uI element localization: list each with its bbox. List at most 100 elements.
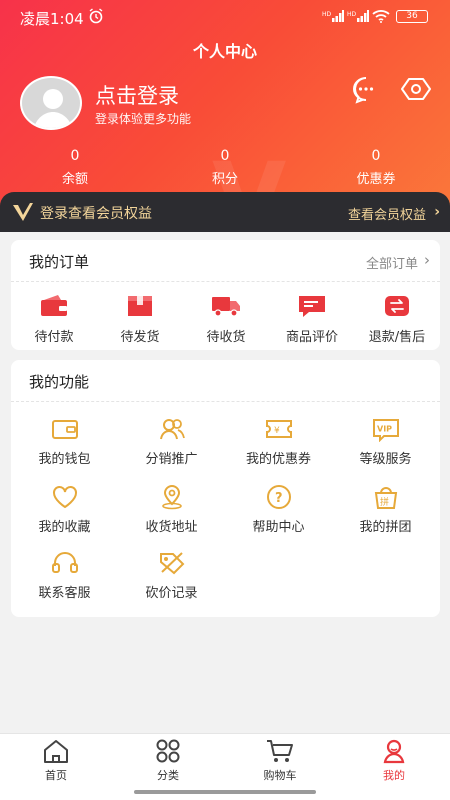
func-bargain-records[interactable]: 砍价记录 <box>118 550 225 601</box>
stat-points-label: 积分 <box>211 172 238 187</box>
message-icon[interactable] <box>351 75 381 105</box>
order-pending-shipment-label: 待发货 <box>120 330 160 345</box>
all-orders-link[interactable]: 全部订单 <box>366 253 418 272</box>
functions-title: 我的功能 <box>29 373 90 391</box>
help-icon: ? <box>266 485 291 509</box>
stat-coupons[interactable]: 0 优惠券 <box>326 148 426 187</box>
func-favorites[interactable]: 我的收藏 <box>11 484 118 535</box>
tab-cart-label: 购物车 <box>263 769 297 782</box>
tab-home-label: 首页 <box>45 769 67 782</box>
vip-v-logo-icon <box>13 203 33 221</box>
order-refund-label: 退款/售后 <box>368 330 426 345</box>
box-icon <box>128 296 152 316</box>
stat-balance[interactable]: 0 余额 <box>25 148 125 187</box>
login-subtitle: 登录体验更多功能 <box>95 112 192 126</box>
svg-text:HD: HD <box>347 11 357 18</box>
func-wallet[interactable]: 我的钱包 <box>11 416 118 467</box>
wallet-icon <box>41 295 67 316</box>
func-address[interactable]: 收货地址 <box>118 484 225 535</box>
func-customer-service[interactable]: 联系客服 <box>11 550 118 601</box>
func-address-label: 收货地址 <box>145 520 198 535</box>
member-view-link[interactable]: 查看会员权益 <box>348 204 426 223</box>
stat-points[interactable]: 0 积分 <box>175 148 275 187</box>
func-level-service-label: 等级服务 <box>359 452 412 467</box>
func-help-center[interactable]: ? 帮助中心 <box>225 484 332 535</box>
func-group-buy-label: 我的拼团 <box>359 520 412 535</box>
profile-icon <box>383 739 405 764</box>
settings-icon[interactable] <box>401 74 431 104</box>
page-title: 个人中心 <box>192 42 257 61</box>
svg-text:拼: 拼 <box>380 496 389 508</box>
tab-profile[interactable]: 我的 <box>338 738 450 783</box>
home-icon <box>44 740 68 763</box>
stat-coupons-label: 优惠券 <box>356 172 396 187</box>
alarm-icon <box>89 8 103 24</box>
func-coupons-label: 我的优惠券 <box>245 452 311 467</box>
func-distribution[interactable]: 分销推广 <box>118 416 225 467</box>
func-favorites-label: 我的收藏 <box>38 520 91 535</box>
wifi-icon <box>372 10 390 23</box>
signal-icon: HD <box>322 10 344 22</box>
order-refund[interactable]: 退款/售后 <box>354 294 440 345</box>
tab-profile-label: 我的 <box>383 769 405 782</box>
battery-icon: 36 <box>396 10 428 23</box>
func-coupons[interactable]: ¥ 我的优惠券 <box>225 416 332 467</box>
func-help-center-label: 帮助中心 <box>252 520 305 535</box>
svg-text:HD: HD <box>322 11 332 18</box>
users-icon <box>159 419 185 440</box>
tab-category[interactable]: 分类 <box>112 738 224 783</box>
member-login-text: 登录查看会员权益 <box>40 206 152 222</box>
func-bargain-records-label: 砍价记录 <box>145 586 198 601</box>
stat-balance-value: 0 <box>70 148 80 164</box>
functions-header: 我的功能 <box>11 360 440 402</box>
order-pending-receipt-label: 待收货 <box>206 330 246 345</box>
svg-text:?: ? <box>275 491 283 506</box>
home-indicator[interactable] <box>134 790 316 794</box>
account-stats: 0 余额 0 积分 0 优惠券 <box>0 148 450 188</box>
svg-text:¥: ¥ <box>274 426 280 436</box>
avatar[interactable] <box>20 76 82 130</box>
login-title[interactable]: 点击登录 <box>95 80 179 110</box>
user-icon <box>22 78 80 128</box>
func-distribution-label: 分销推广 <box>145 452 198 467</box>
order-pending-shipment[interactable]: 待发货 <box>97 294 183 345</box>
func-wallet-label: 我的钱包 <box>38 452 91 467</box>
orders-card: 我的订单 全部订单 › 待付款 待发货 待收货 商品评价 退款/售后 <box>11 240 440 350</box>
func-level-service[interactable]: VIP 等级服务 <box>332 416 439 467</box>
order-review[interactable]: 商品评价 <box>269 294 355 345</box>
cart-icon <box>267 740 293 762</box>
tab-cart[interactable]: 购物车 <box>224 738 336 783</box>
tab-category-label: 分类 <box>157 769 179 782</box>
truck-icon <box>212 297 240 317</box>
headset-icon <box>51 552 78 573</box>
order-pending-receipt[interactable]: 待收货 <box>183 294 269 345</box>
bargain-icon <box>159 552 184 575</box>
vip-icon: VIP <box>372 419 399 442</box>
group-buy-icon: 拼 <box>374 487 397 509</box>
stat-points-value: 0 <box>220 148 230 164</box>
stat-balance-label: 余额 <box>61 172 88 187</box>
signal-icon-2: HD <box>347 10 369 22</box>
orders-header: 我的订单 全部订单 › <box>11 240 440 282</box>
func-customer-service-label: 联系客服 <box>38 586 91 601</box>
functions-card: 我的功能 我的钱包 分销推广 ¥ 我的优惠券 VIP 等级服务 我的收藏 收货地… <box>11 360 440 617</box>
location-icon <box>161 485 182 510</box>
status-bar: 凌晨1:04 HD HD 36 <box>0 0 450 34</box>
tab-home[interactable]: 首页 <box>0 738 112 783</box>
comment-icon <box>299 296 325 317</box>
chevron-right-icon: › <box>434 204 440 220</box>
member-benefits-bar[interactable]: 登录查看会员权益 查看会员权益 › <box>0 192 450 232</box>
order-pending-payment-label: 待付款 <box>34 330 74 345</box>
chevron-right-icon: › <box>424 251 430 269</box>
profile-header: V 凌晨1:04 HD HD 36 个人中心 点击登录 登录体验更多功能 0 余… <box>0 0 450 232</box>
status-time: 凌晨1:04 <box>20 10 84 28</box>
orders-title: 我的订单 <box>29 253 90 271</box>
order-pending-payment[interactable]: 待付款 <box>11 294 97 345</box>
category-icon <box>156 739 180 763</box>
stat-coupons-value: 0 <box>371 148 381 164</box>
func-group-buy[interactable]: 拼 我的拼团 <box>332 484 439 535</box>
heart-icon <box>52 486 77 509</box>
wallet-icon <box>51 420 78 439</box>
svg-text:VIP: VIP <box>377 425 392 434</box>
order-review-label: 商品评价 <box>285 330 338 345</box>
